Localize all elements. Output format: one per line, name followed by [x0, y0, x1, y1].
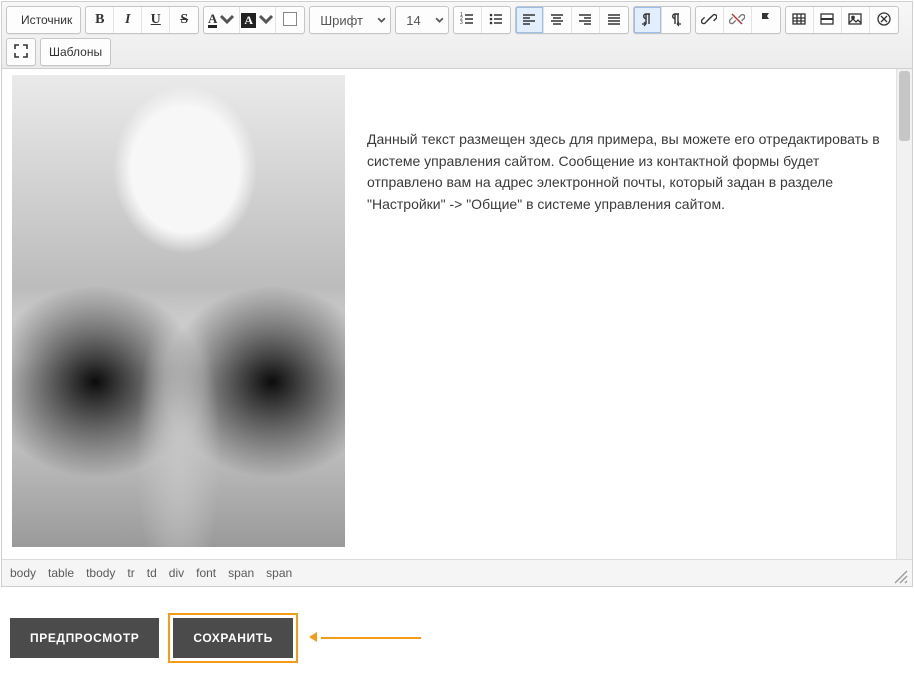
- path-segment[interactable]: tr: [127, 566, 134, 580]
- embed-button[interactable]: [870, 7, 898, 33]
- strike-button[interactable]: S: [170, 7, 198, 33]
- underline-button[interactable]: U: [142, 7, 170, 33]
- preview-button[interactable]: ПРЕДПРОСМОТР: [10, 618, 159, 658]
- underline-icon: U: [151, 12, 161, 28]
- numbered-list-icon: 123: [459, 11, 475, 30]
- resize-handle-icon[interactable]: [894, 570, 908, 584]
- bulleted-list-icon: [488, 11, 504, 30]
- toolbar: Источник B I U S A A: [2, 2, 912, 69]
- path-segment[interactable]: span: [266, 566, 292, 580]
- path-segment[interactable]: span: [228, 566, 254, 580]
- flag-icon: [758, 11, 774, 30]
- table-button[interactable]: [786, 7, 814, 33]
- bold-button[interactable]: B: [86, 7, 114, 33]
- ltr-icon: [639, 11, 655, 30]
- font-family-value: Шрифт: [320, 13, 363, 28]
- path-segment[interactable]: tbody: [86, 566, 115, 580]
- content-text[interactable]: Данный текст размещен здесь для примера,…: [367, 75, 888, 216]
- text-color-icon: A: [208, 12, 235, 28]
- link-button[interactable]: [696, 7, 724, 33]
- ltr-button[interactable]: [634, 7, 662, 33]
- hr-button[interactable]: [814, 7, 842, 33]
- content-image[interactable]: [12, 75, 345, 547]
- bold-icon: B: [95, 12, 104, 28]
- align-left-icon: [521, 11, 537, 30]
- source-button[interactable]: Источник: [7, 7, 80, 33]
- bg-color-icon: A: [241, 12, 274, 28]
- path-segment[interactable]: td: [147, 566, 157, 580]
- bulleted-list-button[interactable]: [482, 7, 510, 33]
- editor-content[interactable]: Данный текст размещен здесь для примера,…: [2, 69, 912, 559]
- maximize-button[interactable]: [7, 39, 35, 65]
- svg-text:3: 3: [460, 20, 463, 26]
- embed-icon: [876, 11, 892, 30]
- unlink-icon: [729, 11, 745, 30]
- box-style-icon: [283, 12, 297, 29]
- numbered-list-button[interactable]: 123: [454, 7, 482, 33]
- italic-button[interactable]: I: [114, 7, 142, 33]
- chevron-down-icon: [258, 12, 274, 28]
- chevron-down-icon: [377, 13, 386, 28]
- maximize-icon: [13, 43, 29, 62]
- italic-icon: I: [125, 12, 130, 28]
- text-color-button[interactable]: A: [204, 7, 240, 33]
- align-center-icon: [549, 11, 565, 30]
- pointer-arrow-icon: [307, 630, 421, 647]
- hr-icon: [819, 11, 835, 30]
- font-family-select[interactable]: Шрифт: [310, 7, 390, 33]
- bg-color-button[interactable]: A: [240, 7, 276, 33]
- templates-button[interactable]: Шаблоны: [41, 39, 110, 65]
- anchor-button[interactable]: [752, 7, 780, 33]
- align-justify-icon: [606, 11, 622, 30]
- editor-frame: Источник B I U S A A: [1, 1, 913, 587]
- source-label: Источник: [21, 13, 72, 27]
- path-segment[interactable]: body: [10, 566, 36, 580]
- path-segment[interactable]: table: [48, 566, 74, 580]
- strike-icon: S: [180, 12, 188, 28]
- font-size-select[interactable]: 14: [396, 7, 447, 33]
- rtl-icon: [668, 11, 684, 30]
- image-button[interactable]: [842, 7, 870, 33]
- align-justify-button[interactable]: [600, 7, 628, 33]
- align-right-button[interactable]: [572, 7, 600, 33]
- align-right-icon: [577, 11, 593, 30]
- unlink-button[interactable]: [724, 7, 752, 33]
- align-left-button[interactable]: [516, 7, 544, 33]
- vertical-scrollbar[interactable]: [896, 69, 912, 559]
- action-row: ПРЕДПРОСМОТР СОХРАНИТЬ: [0, 588, 914, 668]
- align-center-button[interactable]: [544, 7, 572, 33]
- image-icon: [847, 11, 863, 30]
- save-button[interactable]: СОХРАНИТЬ: [173, 618, 293, 658]
- chevron-down-icon: [435, 13, 444, 28]
- scrollbar-thumb[interactable]: [899, 71, 910, 141]
- path-segment[interactable]: div: [169, 566, 184, 580]
- chevron-down-icon: [219, 12, 235, 28]
- link-icon: [701, 11, 717, 30]
- element-path-bar: body table tbody tr td div font span spa…: [2, 559, 912, 586]
- templates-label: Шаблоны: [49, 45, 102, 59]
- rtl-button[interactable]: [662, 7, 690, 33]
- font-size-value: 14: [406, 13, 420, 28]
- path-segment[interactable]: font: [196, 566, 216, 580]
- box-style-button[interactable]: [276, 7, 304, 33]
- table-icon: [791, 11, 807, 30]
